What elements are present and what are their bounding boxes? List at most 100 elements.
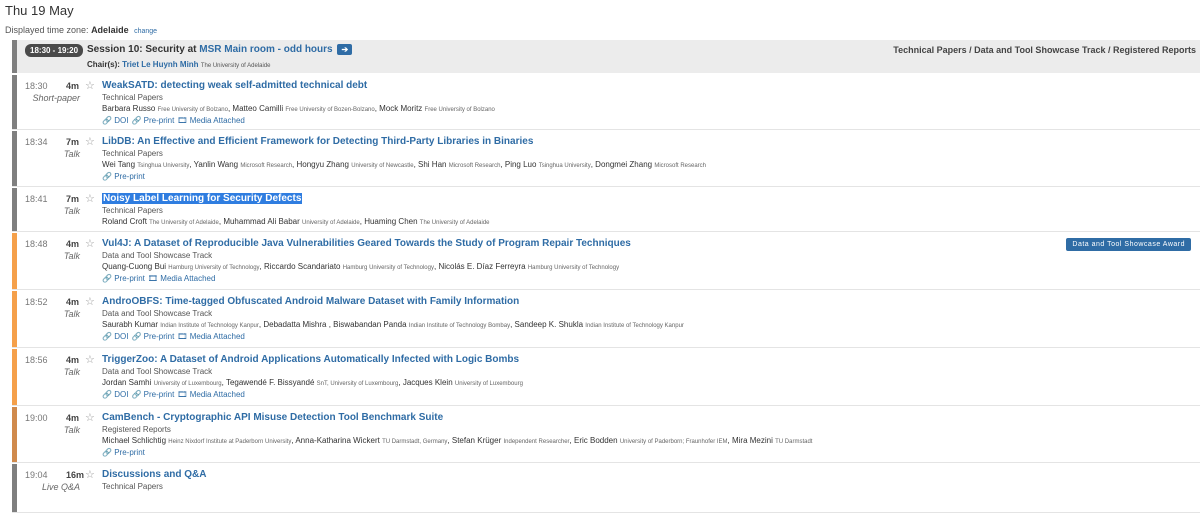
talk-duration: 4m: [66, 355, 80, 365]
author-affiliation: University of Luxembourg: [454, 381, 523, 387]
session-room-link[interactable]: MSR Main room - odd hours: [199, 44, 332, 55]
film-icon: 🎞: [177, 116, 188, 125]
author-name[interactable]: Yanlin Wang: [194, 160, 238, 169]
star-icon[interactable]: ☆: [85, 237, 95, 250]
film-icon: 🎞: [177, 332, 188, 341]
media-link[interactable]: 🎞 Media Attached: [148, 274, 216, 283]
author-affiliation: University of Luxembourg: [153, 381, 222, 387]
chair-name-link[interactable]: Triet Le Huynh Minh: [122, 60, 198, 69]
author-name[interactable]: Muhammad Ali Babar: [223, 217, 299, 226]
media-link[interactable]: 🎞 Media Attached: [177, 390, 245, 399]
preprint-label: Pre-print: [114, 448, 145, 457]
author-name[interactable]: Tegawendé F. Bissyandé: [226, 378, 315, 387]
preprint-link[interactable]: 🔗 Pre-print: [131, 116, 174, 125]
author-affiliation: Hamburg University of Technology: [527, 265, 620, 271]
star-icon[interactable]: ☆: [85, 135, 95, 148]
author-affiliation: Microsoft Research: [240, 163, 293, 169]
author-name[interactable]: Jordan Samhi: [102, 378, 151, 387]
talk-title-link[interactable]: TriggerZoo: A Dataset of Android Applica…: [102, 354, 519, 365]
star-icon[interactable]: ☆: [85, 192, 95, 205]
author-name[interactable]: Sandeep K. Shukla: [515, 320, 584, 329]
talk-title-link[interactable]: CamBench - Cryptographic API Misuse Dete…: [102, 412, 443, 423]
author-name[interactable]: Huaming Chen: [364, 217, 417, 226]
track-color-bar: [12, 349, 17, 405]
talk-duration: 4m: [66, 81, 80, 91]
talk-type: Live Q&A: [41, 482, 80, 492]
award-badge[interactable]: Data and Tool Showcase Award: [1066, 238, 1191, 251]
author-name[interactable]: Ping Luo: [505, 160, 537, 169]
author-name[interactable]: Michael Schlichtig: [102, 436, 166, 445]
talk-title-link[interactable]: Vul4J: A Dataset of Reproducible Java Vu…: [102, 238, 631, 249]
change-timezone-link[interactable]: change: [134, 28, 157, 35]
doi-link[interactable]: 🔗 DOI: [102, 390, 128, 399]
author-name[interactable]: Barbara Russo: [102, 104, 155, 113]
talk-time: 18:56: [25, 355, 48, 365]
author-list: Jordan Samhi University of Luxembourg, T…: [102, 378, 523, 387]
talk-time: 19:00: [25, 413, 48, 423]
author-list: Wei Tang Tsinghua University, Yanlin Wan…: [102, 160, 707, 169]
author-affiliation: Hamburg University of Technology: [342, 265, 434, 271]
author-name[interactable]: Shi Han: [418, 160, 446, 169]
author-name[interactable]: Debadatta Mishra: [263, 320, 326, 329]
author-affiliation: Heinz Nixdorf Institute at Paderborn Uni…: [168, 439, 292, 445]
author-affiliation: University of Newcastle: [351, 163, 414, 169]
talk-row: 18:52 4m ☆ Talk AndroOBFS: Time-tagged Obfus…: [12, 291, 1200, 348]
talk-time: 18:52: [25, 297, 48, 307]
author-name[interactable]: Stefan Krüger: [452, 436, 501, 445]
media-link[interactable]: 🎞 Media Attached: [177, 116, 245, 125]
preprint-label: Pre-print: [114, 172, 145, 181]
author-name[interactable]: Mock Moritz: [379, 104, 422, 113]
talk-links: 🔗 Pre-print: [102, 172, 148, 181]
talk-row: 18:48 4m ☆ Talk Vul4J: A Dataset of Reproduc…: [12, 233, 1200, 290]
preprint-link[interactable]: 🔗 Pre-print: [102, 448, 145, 457]
talk-type: Talk: [63, 251, 80, 261]
preprint-link[interactable]: 🔗 Pre-print: [102, 274, 145, 283]
preprint-link[interactable]: 🔗 Pre-print: [131, 332, 174, 341]
author-name[interactable]: Hongyu Zhang: [296, 160, 348, 169]
talk-title-link[interactable]: AndroOBFS: Time-tagged Obfuscated Androi…: [102, 296, 519, 307]
doi-link[interactable]: 🔗 DOI: [102, 116, 128, 125]
author-name[interactable]: Dongmei Zhang: [595, 160, 652, 169]
preprint-link[interactable]: 🔗 Pre-print: [131, 390, 174, 399]
star-icon[interactable]: ☆: [85, 79, 95, 92]
doi-label: DOI: [114, 116, 129, 125]
star-icon[interactable]: ☆: [85, 468, 95, 481]
author-name[interactable]: Anna-Katharina Wickert: [295, 436, 379, 445]
author-name[interactable]: Roland Croft: [102, 217, 147, 226]
media-link[interactable]: 🎞 Media Attached: [177, 332, 245, 341]
talk-links: 🔗 Pre-print: [102, 448, 148, 457]
session-chair: Chair(s): Triet Le Huynh Minh The Univer…: [87, 60, 271, 69]
author-name[interactable]: Wei Tang: [102, 160, 135, 169]
author-name[interactable]: Mira Mezini: [732, 436, 773, 445]
join-room-icon[interactable]: ➔: [337, 44, 353, 55]
author-affiliation: University of Paderborn; Fraunhofer IEM: [619, 439, 728, 445]
author-name[interactable]: Matteo Camilli: [232, 104, 283, 113]
link-icon: 🔗: [131, 332, 142, 341]
author-affiliation: SnT, University of Luxembourg: [316, 381, 399, 387]
star-icon[interactable]: ☆: [85, 411, 95, 424]
author-name[interactable]: Eric Bodden: [574, 436, 618, 445]
author-name[interactable]: Nicolás E. Díaz Ferreyra: [438, 262, 525, 271]
author-affiliation: Free University of Bolzano: [424, 107, 495, 113]
author-name[interactable]: Biswabandan Panda: [333, 320, 406, 329]
author-name[interactable]: Jacques Klein: [403, 378, 453, 387]
star-icon[interactable]: ☆: [85, 353, 95, 366]
doi-link[interactable]: 🔗 DOI: [102, 332, 128, 341]
talk-title-link[interactable]: Discussions and Q&A: [102, 469, 206, 480]
talk-track: Data and Tool Showcase Track: [102, 309, 213, 318]
author-name[interactable]: Saurabh Kumar: [102, 320, 158, 329]
talk-time: 18:34: [25, 137, 48, 147]
author-affiliation: The University of Adelaide: [149, 220, 219, 226]
author-list: Saurabh Kumar Indian Institute of Techno…: [102, 320, 684, 329]
talk-title-link[interactable]: Noisy Label Learning for Security Defect…: [102, 193, 303, 204]
author-affiliation: The University of Adelaide: [419, 220, 490, 226]
talk-title-link[interactable]: WeakSATD: detecting weak self-admitted t…: [102, 80, 367, 91]
author-name[interactable]: Quang-Cuong Bui: [102, 262, 166, 271]
session-header: 18:30 - 19:20 Session 10: Security at MS…: [12, 40, 1200, 73]
preprint-link[interactable]: 🔗 Pre-print: [102, 172, 145, 181]
link-icon: 🔗: [102, 172, 112, 181]
star-icon[interactable]: ☆: [85, 295, 95, 308]
author-name[interactable]: Riccardo Scandariato: [264, 262, 340, 271]
talk-title-link[interactable]: LibDB: An Effective and Efficient Framew…: [102, 136, 533, 147]
author-affiliation: University of Adelaide: [302, 220, 360, 226]
